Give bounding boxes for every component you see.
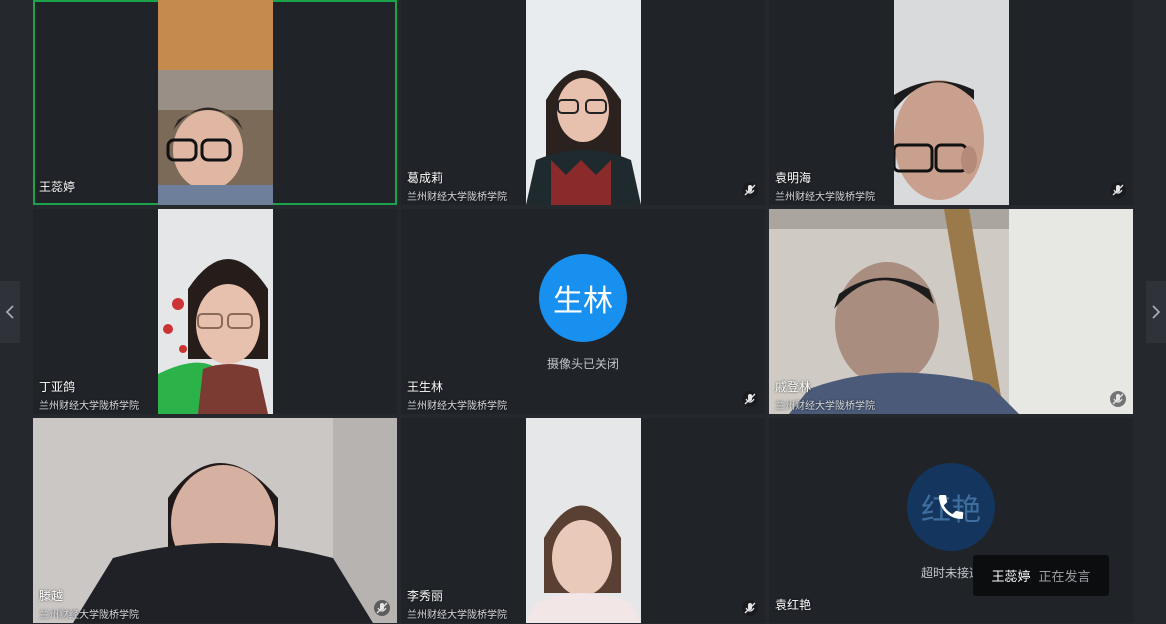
participant-tile[interactable]: 王蕊婷 (33, 0, 397, 205)
chevron-left-icon (5, 305, 14, 319)
participant-tile[interactable]: 戚登林 兰州财经大学陇桥学院 (769, 209, 1133, 414)
speaker-name: 王蕊婷 (991, 570, 1031, 585)
participant-tile[interactable]: 葛成莉 兰州财经大学陇桥学院 (401, 0, 765, 205)
participant-name: 丁亚鸽 (39, 380, 76, 394)
speaking-status: 正在发言 (1038, 570, 1091, 585)
video-feed (33, 418, 397, 623)
mic-muted-icon (1110, 391, 1126, 407)
participant-org: 兰州财经大学陇桥学院 (407, 401, 507, 412)
next-page-button[interactable] (1146, 281, 1166, 343)
participant-tile[interactable]: 滕越 兰州财经大学陇桥学院 (33, 418, 397, 623)
mic-muted-icon (374, 600, 390, 616)
video-feed (769, 209, 1133, 414)
participant-org: 兰州财经大学陇桥学院 (775, 192, 875, 203)
speaking-toast: 王蕊婷 正在发言 (973, 555, 1109, 596)
participant-name: 戚登林 (775, 380, 812, 394)
participant-name: 李秀丽 (407, 589, 444, 603)
participant-tile[interactable]: 李秀丽 兰州财经大学陇桥学院 (401, 418, 765, 623)
avatar: 生林 (539, 254, 627, 342)
participant-org: 兰州财经大学陇桥学院 (775, 401, 875, 412)
participant-org: 兰州财经大学陇桥学院 (39, 401, 139, 412)
participant-org: 兰州财经大学陇桥学院 (39, 610, 139, 621)
participant-name: 葛成莉 (407, 171, 444, 185)
phone-icon (939, 495, 963, 519)
participant-name: 王蕊婷 (39, 180, 76, 194)
video-feed (158, 209, 273, 414)
participant-tile[interactable]: 生林 摄像头已关闭 王生林 兰州财经大学陇桥学院 (401, 209, 765, 414)
prev-page-button[interactable] (0, 281, 20, 343)
participant-name: 袁红艳 (775, 598, 812, 612)
video-feed (526, 418, 641, 623)
participant-name: 袁明海 (775, 171, 812, 185)
mic-muted-icon (742, 391, 758, 407)
participant-tile[interactable]: 袁明海 兰州财经大学陇桥学院 (769, 0, 1133, 205)
avatar: 红艳 (907, 463, 995, 551)
mic-muted-icon (742, 600, 758, 616)
mic-muted-icon (1110, 182, 1126, 198)
video-feed (526, 0, 641, 205)
participant-name: 王生林 (407, 380, 444, 394)
participant-org: 兰州财经大学陇桥学院 (407, 192, 507, 203)
participant-org: 兰州财经大学陇桥学院 (407, 610, 507, 621)
video-feed (158, 0, 273, 205)
chevron-right-icon (1152, 305, 1161, 319)
participant-tile[interactable]: 丁亚鸽 兰州财经大学陇桥学院 (33, 209, 397, 414)
mic-muted-icon (742, 182, 758, 198)
video-feed (894, 0, 1009, 205)
participant-name: 滕越 (39, 589, 64, 603)
camera-status: 摄像头已关闭 (546, 357, 619, 371)
